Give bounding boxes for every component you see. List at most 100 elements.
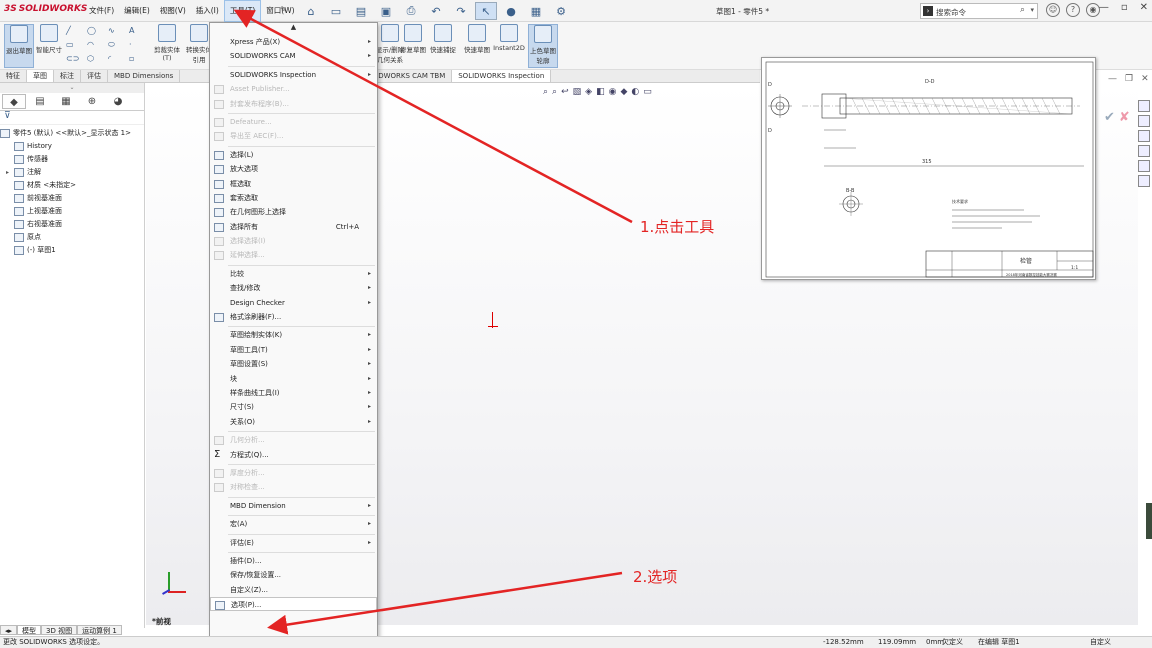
smart-dimension-button[interactable]: 智能尺寸: [34, 24, 64, 68]
dimxpert-tab-icon[interactable]: ⊕: [80, 94, 104, 109]
nav-arrows-icon[interactable]: ◂▸: [0, 625, 18, 635]
point-tool-icon[interactable]: ·: [129, 40, 149, 53]
previous-view-icon[interactable]: ↩: [561, 87, 569, 97]
ellipse-tool-icon[interactable]: ⬭: [108, 40, 128, 53]
menu-item[interactable]: SOLIDWORKS CAM ▸: [210, 49, 377, 63]
menu-item[interactable]: SOLIDWORKS Inspection ▸: [210, 68, 377, 82]
menu-item[interactable]: 插件(D)...: [210, 554, 377, 568]
print-icon[interactable]: ⎙: [400, 2, 422, 20]
home-icon[interactable]: ⌂: [300, 2, 322, 20]
menu-item[interactable]: 放大选项: [210, 162, 377, 176]
view-orientation-icon[interactable]: ◈: [585, 87, 592, 97]
redo-icon[interactable]: ↷: [450, 2, 472, 20]
menu-item[interactable]: 保存/恢复设置...: [210, 568, 377, 582]
slot-tool-icon[interactable]: ⊂⊃: [66, 54, 86, 67]
tree-item-top-plane[interactable]: 上视基准面: [0, 205, 144, 218]
text-tool-icon[interactable]: A: [129, 26, 149, 39]
maximize-icon[interactable]: ▫: [1121, 2, 1128, 13]
edit-appearance-icon[interactable]: ◆: [620, 87, 627, 97]
menu-item[interactable]: 在几何图形上选择: [210, 205, 377, 219]
arc-tool-icon[interactable]: ◠: [87, 40, 107, 53]
canvas-close-icon[interactable]: ✕: [1141, 74, 1149, 84]
menu-tools[interactable]: 工具(T): [223, 0, 262, 22]
tab-solidworks-inspection[interactable]: SOLIDWORKS Inspection: [452, 70, 552, 82]
select-cursor-icon[interactable]: ↖: [475, 2, 497, 20]
menu-item[interactable]: 宏(A) ▸: [210, 517, 377, 531]
menu-item[interactable]: 查找/修改 ▸: [210, 281, 377, 295]
zoom-area-icon[interactable]: ⌕: [552, 87, 557, 97]
menu-scroll-up-icon[interactable]: ▲: [210, 23, 377, 35]
status-customize[interactable]: 自定义: [1090, 637, 1111, 648]
menu-view[interactable]: 视图(V): [155, 0, 191, 22]
new-document-icon[interactable]: ▭: [325, 2, 347, 20]
pin-icon[interactable]: ✎: [280, 5, 288, 15]
chevron-down-icon[interactable]: ▾: [1030, 6, 1034, 14]
menu-item[interactable]: 套索选取: [210, 191, 377, 205]
tree-item-front-plane[interactable]: 前视基准面: [0, 192, 144, 205]
confirm-cancel-icon[interactable]: ✘: [1119, 110, 1130, 125]
zoom-fit-icon[interactable]: ⌕: [543, 87, 548, 97]
tree-item-right-plane[interactable]: 右视基准面: [0, 218, 144, 231]
menu-item[interactable]: 尺寸(S) ▸: [210, 400, 377, 414]
canvas-restore-icon[interactable]: ❐: [1125, 74, 1133, 84]
shaded-sketch-contours-button[interactable]: 上色草图轮廓: [528, 24, 558, 68]
rapid-sketch-button[interactable]: 快速草图: [462, 24, 492, 68]
tree-item-origin[interactable]: 原点: [0, 231, 144, 244]
menu-item[interactable]: 草图设置(S) ▸: [210, 357, 377, 371]
minimize-icon[interactable]: —: [1099, 2, 1109, 13]
menu-item[interactable]: 自定义(Z)...: [210, 583, 377, 597]
appearances-icon[interactable]: [1138, 160, 1150, 172]
line-tool-icon[interactable]: ╱: [66, 26, 86, 39]
close-icon[interactable]: ✕: [1140, 2, 1148, 13]
tree-item-history[interactable]: History: [0, 140, 144, 153]
expand-arrow-icon[interactable]: ▸: [6, 166, 14, 179]
menu-item[interactable]: 关系(O) ▸: [210, 415, 377, 429]
menu-item[interactable]: 框选取: [210, 177, 377, 191]
tree-root[interactable]: 零件5 (默认) <<默认>_显示状态 1>: [0, 127, 144, 140]
property-manager-tab-icon[interactable]: ▤: [28, 94, 52, 109]
menu-item[interactable]: 块 ▸: [210, 372, 377, 386]
tree-item-sketch1[interactable]: (-) 草图1: [0, 244, 144, 257]
quick-snaps-button[interactable]: 快速捕捉: [428, 24, 458, 68]
canvas-minimize-icon[interactable]: —: [1108, 74, 1117, 84]
undo-icon[interactable]: ↶: [425, 2, 447, 20]
search-commands-box[interactable]: › 搜索命令 ⌕ ▾: [920, 3, 1038, 19]
tab-sketch[interactable]: 草图: [27, 70, 54, 82]
exit-sketch-button[interactable]: 退出草图: [4, 24, 34, 68]
options-gear-icon[interactable]: ⚙: [550, 2, 572, 20]
file-explorer-icon[interactable]: [1138, 130, 1150, 142]
menu-item[interactable]: 样条曲线工具(I) ▸: [210, 386, 377, 400]
instant2d-button[interactable]: Instant2D: [492, 24, 526, 68]
polygon-tool-icon[interactable]: ⬡: [87, 54, 107, 67]
menu-item[interactable]: MBD Dimension ▸: [210, 499, 377, 513]
menu-item[interactable]: 选择所有 Ctrl+A: [210, 220, 377, 234]
tab-features[interactable]: 特征: [0, 70, 27, 82]
menu-item[interactable]: 比较 ▸: [210, 267, 377, 281]
tab-motion-study[interactable]: 运动算例 1: [77, 625, 122, 635]
trim-entities-button[interactable]: 剪裁实体(T): [152, 24, 182, 68]
custom-properties-icon[interactable]: [1138, 175, 1150, 187]
tab-3d-views[interactable]: 3D 视图: [41, 625, 78, 635]
design-library-icon[interactable]: [1138, 115, 1150, 127]
menu-item[interactable]: Xpress 产品(X) ▸: [210, 35, 377, 49]
feature-tree-tab-icon[interactable]: ◆: [2, 94, 26, 109]
help-icon[interactable]: ?: [1066, 3, 1080, 17]
rebuild-icon[interactable]: ●: [500, 2, 522, 20]
menu-item[interactable]: Σ 方程式(Q)...: [210, 448, 377, 462]
menu-insert[interactable]: 插入(I): [191, 0, 224, 22]
user-icon[interactable]: ☺: [1046, 3, 1060, 17]
menu-edit[interactable]: 编辑(E): [119, 0, 155, 22]
spline-tool-icon[interactable]: ∿: [108, 26, 128, 39]
filter-icon[interactable]: ⊽: [0, 111, 144, 125]
tab-evaluate[interactable]: 评估: [81, 70, 108, 82]
open-icon[interactable]: ▤: [350, 2, 372, 20]
menu-file[interactable]: 文件(F): [84, 0, 119, 22]
tree-item-material[interactable]: 材质 <未指定>: [0, 179, 144, 192]
save-icon[interactable]: ▣: [375, 2, 397, 20]
file-properties-icon[interactable]: ▦: [525, 2, 547, 20]
search-icon[interactable]: ⌕: [1020, 5, 1025, 15]
apply-scene-icon[interactable]: ◐: [631, 87, 639, 97]
view-palette-icon[interactable]: [1138, 145, 1150, 157]
repair-sketch-button[interactable]: 修复草图: [398, 24, 428, 68]
tab-markup[interactable]: 标注: [54, 70, 81, 82]
